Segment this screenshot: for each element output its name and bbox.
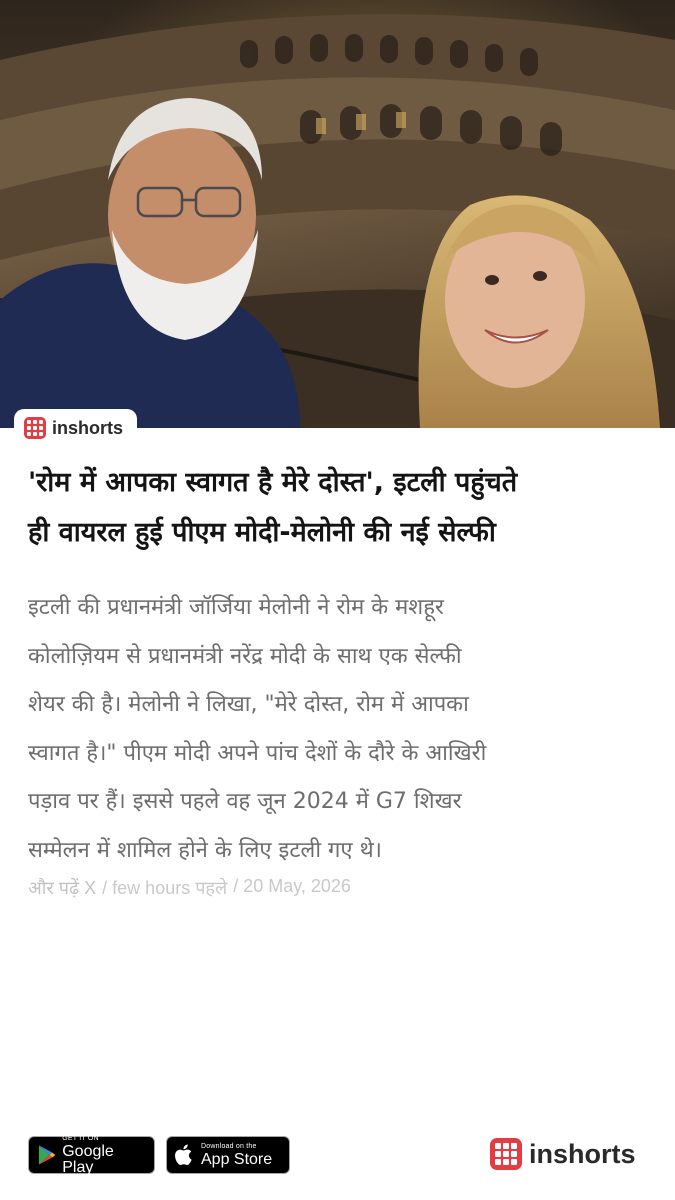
article-summary: इटली की प्रधानमंत्री जॉर्जिया मेलोनी ने … [28,584,648,875]
google-play-small-text: GET IT ON [62,1134,99,1142]
footer-logo: inshorts [490,1138,636,1170]
google-play-icon [38,1145,56,1165]
article-headline: 'रोम में आपका स्वागत है मेरे दोस्त', इटल… [28,458,658,558]
summary-line: पड़ाव पर हैं। इससे पहले वह जून 2024 में … [28,789,462,814]
headline-line: ही वायरल हुई पीएम मोदी-मेलोनी की नई सेल्… [28,517,496,548]
summary-line: कोलोज़ियम से प्रधानमंत्री नरेंद्र मोदी क… [28,643,462,669]
summary-line: इटली की प्रधानमंत्री जॉर्जिया मेलोनी ने … [28,595,444,620]
google-play-label: Google Play [62,1142,114,1176]
article-image [0,0,675,428]
inshorts-logo-icon [490,1138,522,1170]
brand-name: inshorts [52,417,124,438]
article-date: / 20 May, 2026 [233,876,351,896]
apple-icon [175,1144,192,1165]
app-store-label: App Store [201,1150,273,1168]
article-meta: और पढ़ें X / few hours पहले / 20 May, 20… [28,876,648,900]
headline-line: 'रोम में आपका स्वागत है मेरे दोस्त', इटल… [28,467,518,498]
article-time: / few hours पहले [102,878,228,898]
summary-line: सम्मेलन में शामिल होने के लिए इटली गए थे… [28,837,382,863]
app-store-badge[interactable]: Download on the App Store [166,1136,290,1174]
summary-line: स्वागत है।" पीएम मोदी अपने पांच देशों के… [28,740,487,766]
brand-tag: inshorts [14,409,138,447]
footer-brand-name: inshorts [529,1138,636,1169]
inshorts-logo-icon [24,417,46,439]
google-play-badge[interactable]: GET IT ON Google Play [28,1134,155,1176]
colosseum-selfie-illustration [0,0,675,428]
summary-line: शेयर की है। मेलोनी ने लिखा, "मेरे दोस्त,… [28,692,469,717]
app-store-small-text: Download on the [201,1142,257,1150]
read-more-link[interactable]: और पढ़ें X [28,876,96,900]
